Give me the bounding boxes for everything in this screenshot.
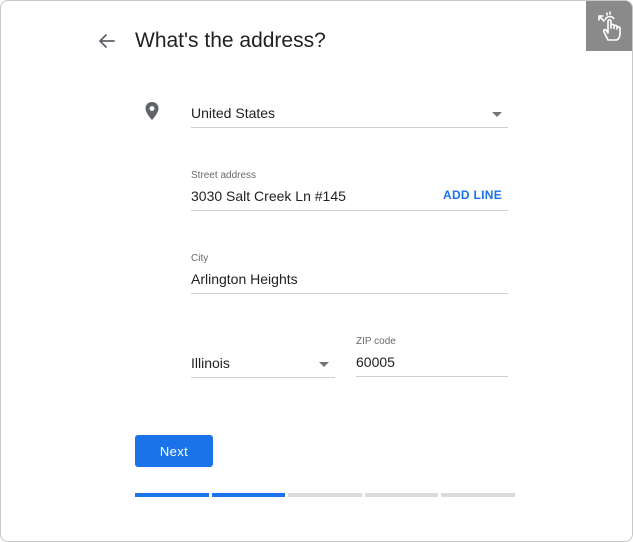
city-field[interactable]: City Arlington Heights	[191, 252, 508, 294]
country-value: United States	[191, 105, 276, 121]
chevron-down-icon	[492, 112, 502, 117]
address-dialog: What's the address? United States Street…	[0, 0, 633, 542]
page-title: What's the address?	[135, 29, 326, 52]
place-icon	[145, 102, 159, 120]
state-value: Illinois	[191, 355, 230, 371]
city-label: City	[191, 253, 209, 264]
city-value: Arlington Heights	[191, 271, 298, 287]
street-address-label: Street address	[191, 170, 257, 181]
chevron-down-icon	[319, 362, 329, 367]
progress-segment	[441, 493, 515, 497]
zip-code-value: 60005	[356, 354, 395, 370]
arrow-left-icon[interactable]	[97, 31, 117, 51]
touch-gesture-badge[interactable]	[586, 1, 632, 51]
add-line-button[interactable]: ADD LINE	[443, 188, 502, 202]
touch-gesture-icon	[598, 11, 621, 41]
street-address-value: 3030 Salt Creek Ln #145	[191, 188, 346, 204]
progress-segment	[135, 493, 209, 497]
next-button[interactable]: Next	[135, 435, 213, 467]
state-select[interactable]: Illinois	[191, 347, 335, 378]
progress-segment	[288, 493, 362, 497]
zip-code-label: ZIP code	[356, 336, 396, 347]
country-select[interactable]: United States	[191, 97, 508, 128]
zip-code-field[interactable]: ZIP code 60005	[356, 335, 508, 377]
step-progress	[135, 493, 515, 497]
progress-segment	[364, 493, 439, 497]
progress-segment	[211, 493, 286, 497]
